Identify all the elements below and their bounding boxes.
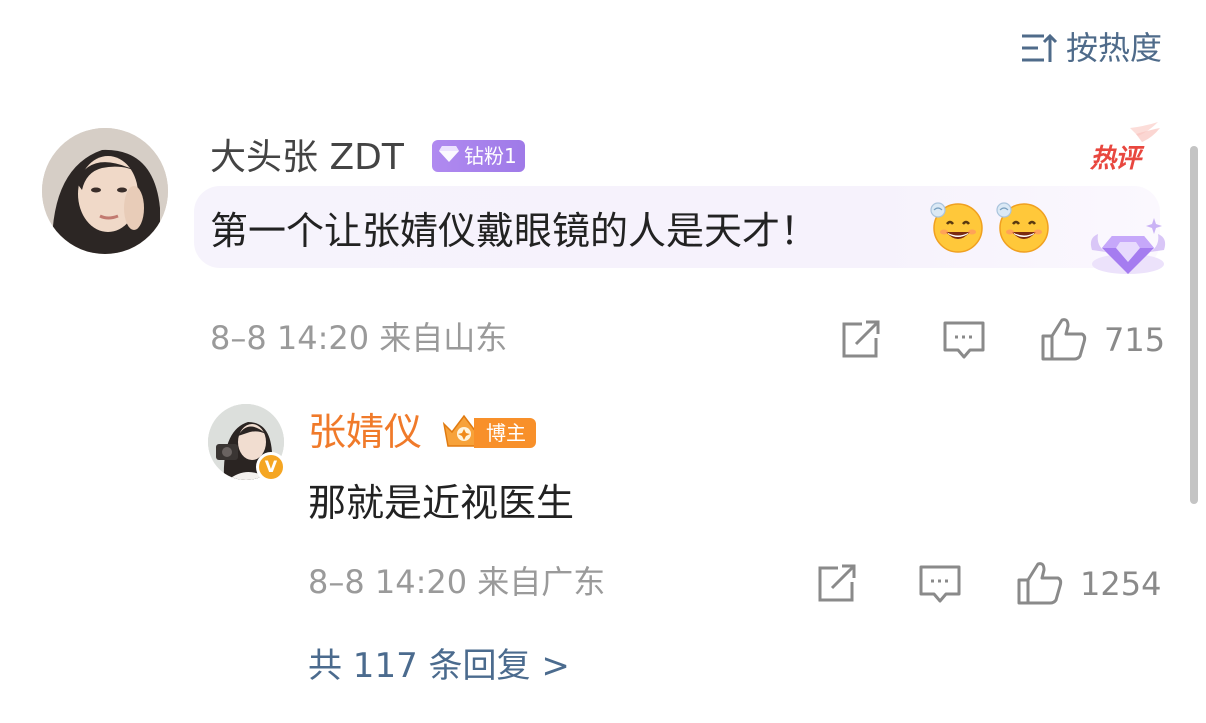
comment-icon[interactable] [942,320,986,364]
reply-meta: 8–8 14:20 来自广东 [308,563,606,601]
verified-badge-icon: V [256,452,286,482]
reply-text: 那就是近视医生 [308,481,575,525]
commenter-username[interactable]: 大头张 ZDT [210,136,404,180]
fan-level-badge: 钻粉1 [432,140,525,172]
sort-icon [1018,28,1058,68]
share-icon[interactable] [840,320,882,364]
comment-text: 第一个让张婧仪戴眼镜的人是天才！ [210,209,819,253]
comment-icon[interactable] [918,564,962,608]
reply-username[interactable]: 张婧仪 [308,408,422,456]
share-icon[interactable] [816,564,858,608]
scrollbar[interactable] [1190,146,1198,504]
diamond-fan-decoration-icon [1088,212,1168,282]
grin-emoji [928,198,984,254]
diamond-icon [438,145,460,167]
like-count: 1254 [1080,565,1162,603]
blogger-badge: 博主 [474,418,536,448]
like-count: 715 [1104,321,1166,359]
commenter-avatar[interactable] [42,128,168,254]
grin-emoji [994,198,1050,254]
like-icon[interactable] [1040,316,1088,366]
sort-label: 按热度 [1065,29,1162,67]
comment-meta: 8–8 14:20 来自山东 [210,319,508,357]
like-icon[interactable] [1016,560,1064,610]
view-more-replies-link[interactable]: 共 117 条回复 > [308,644,570,688]
hot-comment-badge: 热评 [1086,122,1162,176]
sort-by-hot-button[interactable]: 按热度 [1018,26,1162,70]
